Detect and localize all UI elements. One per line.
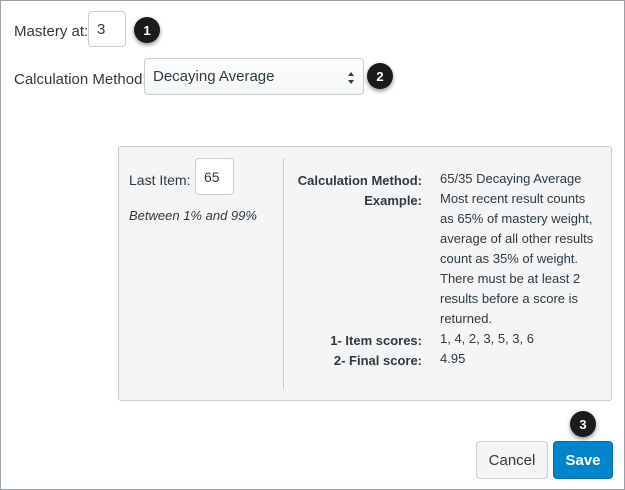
calculation-method-label: Calculation Method: (14, 71, 147, 88)
last-item-label: Last Item: (129, 172, 191, 188)
final-score-key: 2- Final score: (333, 353, 422, 368)
item-scores-value: 1, 4, 2, 3, 5, 3, 6 (440, 331, 534, 346)
last-item-input[interactable]: 65 (195, 158, 234, 195)
callout-badge-3: 3 (570, 411, 596, 437)
example-line: results before a score is (440, 291, 579, 306)
example-key: Example: (364, 193, 422, 208)
example-line: There must be at least 2 (440, 271, 581, 286)
save-button[interactable]: Save (553, 441, 613, 479)
final-score-value: 4.95 (440, 351, 466, 366)
mastery-input[interactable]: 3 (88, 11, 126, 47)
example-line: count as 35% of weight. (440, 251, 579, 266)
calculation-method-select[interactable]: Decaying Average (144, 58, 364, 95)
item-scores-key: 1- Item scores: (330, 333, 422, 348)
cancel-button[interactable]: Cancel (476, 441, 548, 479)
example-line: returned. (440, 311, 493, 326)
mastery-label: Mastery at: (14, 23, 89, 40)
calc-method-key: Calculation Method: (297, 173, 422, 188)
range-hint: Between 1% and 99% (129, 208, 257, 223)
outcome-settings-dialog: Mastery at: 3 1 Calculation Method: Deca… (0, 0, 625, 490)
example-line: average of all other results (440, 231, 594, 246)
example-text: Most recent result counts as 65% of mast… (440, 189, 593, 329)
calc-method-value: 65/35 Decaying Average (440, 171, 582, 186)
callout-badge-1: 1 (134, 17, 160, 43)
calculation-method-selected: Decaying Average (153, 68, 275, 85)
calculation-details-panel: Last Item: 65 Between 1% and 99% Calcula… (118, 146, 612, 401)
callout-badge-2: 2 (367, 63, 393, 89)
panel-divider (283, 158, 284, 389)
select-arrows-icon (348, 72, 354, 84)
example-line: Most recent result counts (440, 191, 586, 206)
example-line: as 65% of mastery weight, (440, 211, 593, 226)
